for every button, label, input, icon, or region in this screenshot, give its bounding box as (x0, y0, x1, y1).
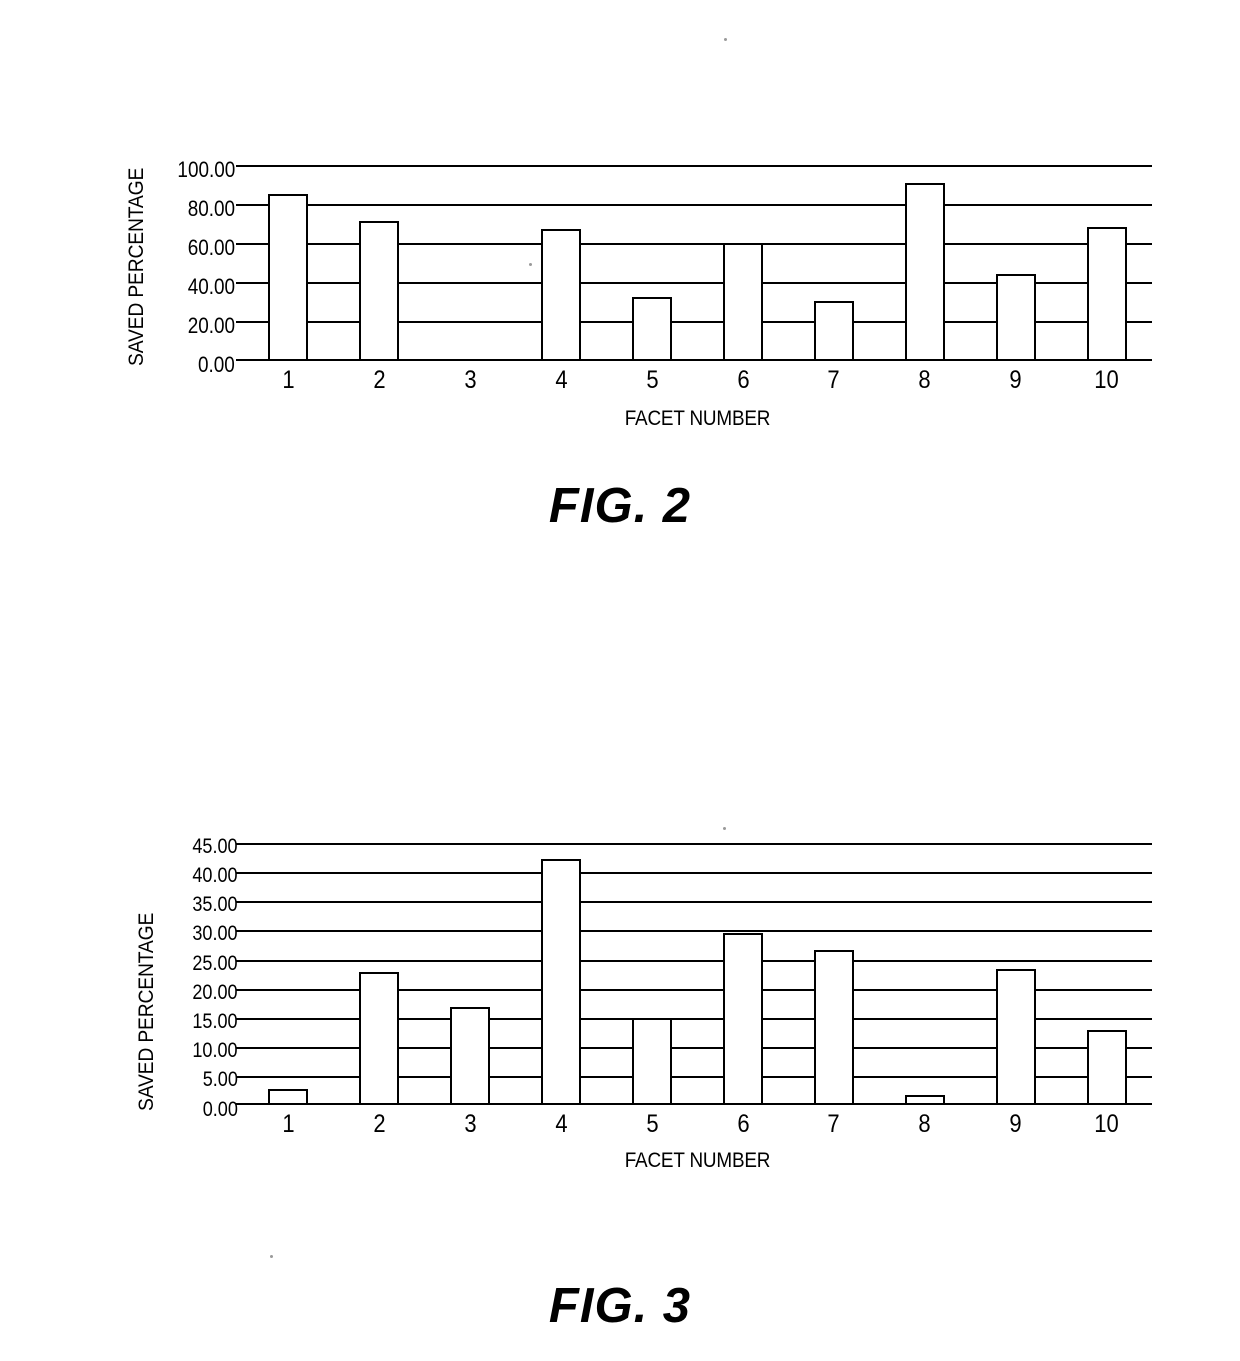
scan-speck (270, 1255, 273, 1258)
bar (905, 183, 945, 361)
scan-speck (724, 38, 727, 41)
x-tick-label: 8 (918, 1110, 931, 1138)
bar (632, 1018, 672, 1105)
tick-lead (236, 243, 245, 245)
x-tick-label: 10 (1094, 1110, 1119, 1138)
figure-3-block: SAVED PERCENTAGE 45.00 40.00 35.00 30.00… (0, 800, 1240, 1361)
x-tick-label: 2 (373, 1110, 386, 1138)
bar (905, 1095, 945, 1105)
y-tick-label: 40.00 (187, 274, 235, 299)
bar (450, 1007, 490, 1105)
x-tick-label: 7 (827, 1110, 840, 1138)
tick-lead (236, 165, 245, 167)
figure-2-block: SAVED PERCENTAGE 100.00 80.00 60.00 40.0… (0, 0, 1240, 560)
bar (541, 229, 581, 361)
y-tick-label: 20.00 (187, 313, 235, 338)
x-tick-label: 6 (737, 366, 750, 394)
y-tick-label: 60.00 (187, 235, 235, 260)
scan-speck (723, 827, 726, 830)
y-tick-label: 15.00 (192, 1010, 238, 1033)
tick-lead (236, 1076, 245, 1078)
bar (814, 301, 854, 361)
y-tick-labels-fig2: 100.00 80.00 60.00 40.00 20.00 0.00 (160, 150, 235, 377)
x-tick-labels-fig2: 1 2 3 4 5 6 7 8 9 10 (243, 368, 1152, 400)
bar (268, 1089, 308, 1105)
tick-lead (236, 960, 245, 962)
bar (541, 859, 581, 1105)
y-tick-label: 30.00 (192, 922, 238, 945)
y-tick-label: 10.00 (192, 1039, 238, 1062)
tick-lead (236, 359, 245, 361)
bar (1087, 1030, 1127, 1105)
tick-lead (236, 204, 245, 206)
y-axis-title-fig3: SAVED PERCENTAGE (135, 912, 158, 1111)
x-tick-label: 3 (464, 366, 477, 394)
x-tick-label: 9 (1009, 366, 1022, 394)
tick-lead (236, 872, 245, 874)
x-tick-label: 1 (282, 1110, 295, 1138)
tick-lead (236, 843, 245, 845)
bars-container-fig2 (243, 165, 1152, 361)
tick-lead (236, 1103, 245, 1105)
bar (723, 243, 763, 361)
x-tick-label: 5 (646, 1110, 659, 1138)
tick-lead (236, 930, 245, 932)
x-tick-label: 9 (1009, 1110, 1022, 1138)
x-tick-label: 4 (555, 366, 568, 394)
x-tick-label: 3 (464, 1110, 477, 1138)
tick-lead (236, 901, 245, 903)
bar (1087, 227, 1127, 361)
bars-container-fig3 (243, 843, 1152, 1105)
plot-area-fig2 (243, 165, 1152, 361)
y-tick-label: 45.00 (192, 835, 238, 858)
bar (268, 194, 308, 361)
x-tick-label: 4 (555, 1110, 568, 1138)
tick-lead (236, 1018, 245, 1020)
bar (723, 933, 763, 1105)
y-tick-label: 25.00 (192, 952, 238, 975)
x-tick-labels-fig3: 1 2 3 4 5 6 7 8 9 10 (243, 1112, 1152, 1144)
x-tick-label: 7 (827, 366, 840, 394)
figure-caption-2: FIG. 2 (548, 479, 692, 533)
tick-lead (236, 1047, 245, 1049)
bar (359, 221, 399, 361)
bar (996, 274, 1036, 361)
tick-lead (236, 321, 245, 323)
tick-lead (236, 989, 245, 991)
y-tick-labels-fig3: 45.00 40.00 35.00 30.00 25.00 20.00 15.0… (170, 828, 238, 1121)
bar (996, 969, 1036, 1105)
x-axis-title-fig3: FACET NUMBER (624, 1149, 771, 1172)
y-tick-label: 40.00 (192, 864, 238, 887)
x-tick-label: 6 (737, 1110, 750, 1138)
y-axis-title-fig2: SAVED PERCENTAGE (125, 167, 148, 366)
bar (359, 972, 399, 1105)
bar (632, 297, 672, 361)
y-tick-label: 0.00 (202, 1098, 238, 1121)
y-tick-label: 80.00 (187, 196, 235, 221)
x-axis-title-fig2: FACET NUMBER (624, 407, 771, 430)
bar (814, 950, 854, 1105)
y-tick-label: 35.00 (192, 893, 238, 916)
y-tick-label: 5.00 (202, 1068, 238, 1091)
y-tick-label: 0.00 (198, 352, 235, 377)
tick-lead (236, 282, 245, 284)
y-tick-label: 20.00 (192, 981, 238, 1004)
x-tick-label: 2 (373, 366, 386, 394)
figure-caption-3: FIG. 3 (548, 1279, 692, 1333)
x-tick-label: 8 (918, 366, 931, 394)
x-tick-label: 5 (646, 366, 659, 394)
plot-area-fig3 (243, 843, 1152, 1105)
x-tick-label: 10 (1094, 366, 1119, 394)
scan-speck (529, 263, 532, 266)
x-tick-label: 1 (282, 366, 295, 394)
y-tick-label: 100.00 (177, 157, 235, 182)
